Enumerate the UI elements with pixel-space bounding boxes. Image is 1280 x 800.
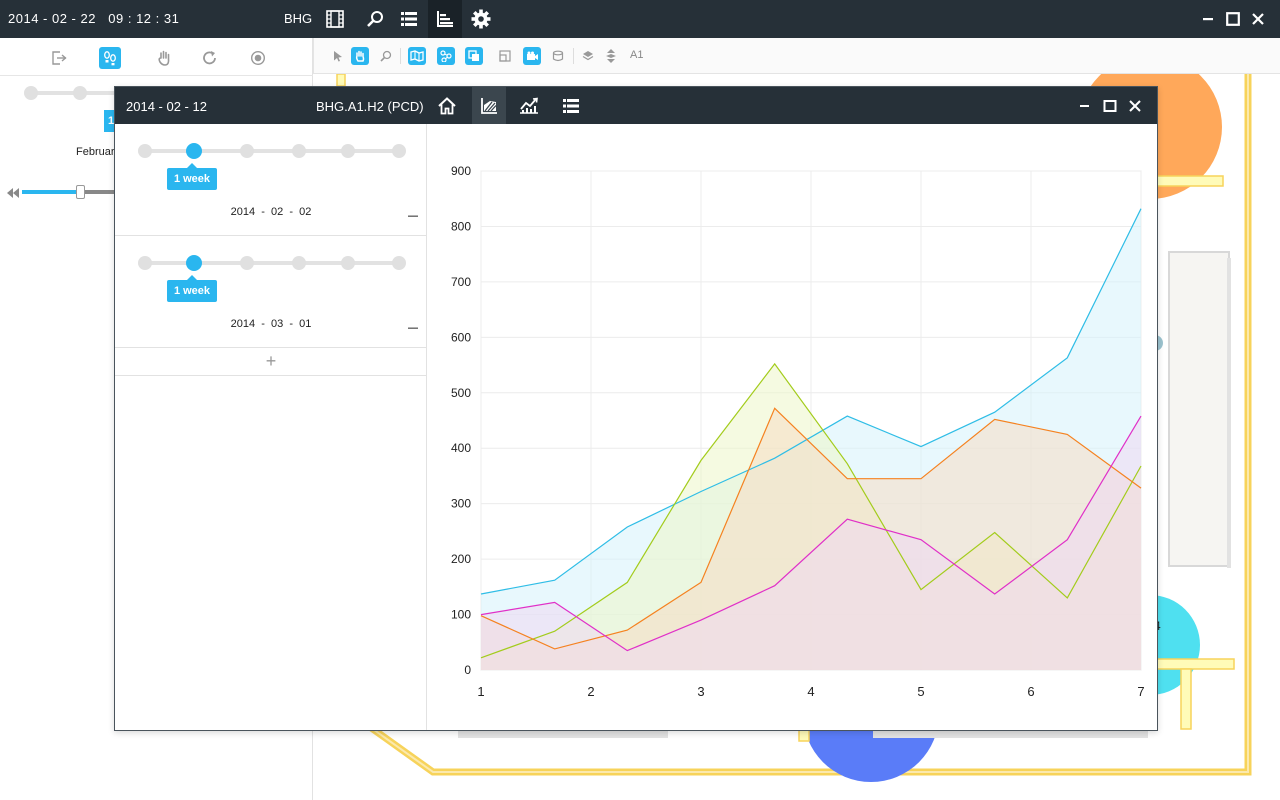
- y-tick-label: 800: [451, 219, 471, 233]
- x-axis: 1 2 3 4 5 6 7: [477, 684, 1144, 699]
- range-panel: 1 week 2014 - 02 - 02 1 week 2014 - 03 -…: [115, 124, 427, 730]
- range-dot[interactable]: [138, 256, 152, 270]
- range-dot[interactable]: [392, 144, 406, 158]
- remove-range-icon[interactable]: [407, 322, 419, 334]
- floor-label: A1: [630, 49, 644, 61]
- remove-range-icon[interactable]: [407, 210, 419, 222]
- y-axis: 0 100 200 300 400 500 600 700 800 900: [451, 164, 471, 677]
- x-tick-label: 7: [1137, 684, 1144, 699]
- sensor-window: 2014 - 02 - 12 BHG.A1.H2 (PCD) 1 week 20…: [114, 86, 1158, 731]
- month-label: Februar: [76, 146, 115, 158]
- range-dot[interactable]: [292, 256, 306, 270]
- x-tick-label: 2: [587, 684, 594, 699]
- y-tick-label: 100: [451, 608, 471, 622]
- floor-switch-icon[interactable]: [602, 47, 620, 65]
- pan-hand-icon[interactable]: [351, 47, 369, 65]
- range-dot[interactable]: [341, 256, 355, 270]
- range-item: 1 week 2014 - 03 - 01: [115, 236, 427, 348]
- x-tick-label: 4: [807, 684, 814, 699]
- hand-icon[interactable]: [153, 47, 175, 69]
- playback-slider-handle[interactable]: [76, 185, 85, 199]
- range-item: 1 week 2014 - 02 - 02: [115, 124, 427, 236]
- range-dot[interactable]: [341, 144, 355, 158]
- database-icon[interactable]: [549, 47, 567, 65]
- x-tick-label: 3: [697, 684, 704, 699]
- pointer-icon[interactable]: [329, 47, 347, 65]
- y-tick-label: 300: [451, 497, 471, 511]
- range-dot-selected[interactable]: [186, 143, 202, 159]
- map-icon[interactable]: [408, 47, 426, 65]
- range-badge: 1 week: [167, 275, 217, 302]
- window-maximize-icon[interactable]: [1100, 96, 1120, 116]
- y-tick-label: 500: [451, 386, 471, 400]
- y-tick-label: 400: [451, 441, 471, 455]
- range-dot[interactable]: [138, 144, 152, 158]
- sensor-name: BHG.A1.H2 (PCD): [316, 99, 424, 114]
- window-header[interactable]: 2014 - 02 - 12 BHG.A1.H2 (PCD): [115, 87, 1157, 124]
- range-dot-selected[interactable]: [186, 255, 202, 271]
- bar-chart-icon[interactable]: [428, 0, 462, 38]
- zoom-icon[interactable]: [377, 47, 395, 65]
- add-range-icon: +: [265, 351, 277, 371]
- x-tick-label: 5: [917, 684, 924, 699]
- gear-icon[interactable]: [464, 0, 498, 38]
- minimize-icon[interactable]: [1198, 9, 1218, 29]
- home-icon[interactable]: [430, 87, 464, 124]
- maximize-icon[interactable]: [1223, 9, 1243, 29]
- range-date: 2014 - 02 - 02: [230, 206, 312, 218]
- redo-icon[interactable]: [199, 47, 221, 69]
- list-icon[interactable]: [392, 0, 426, 38]
- y-tick-label: 700: [451, 275, 471, 289]
- y-tick-label: 900: [451, 164, 471, 178]
- area-chart: 0 100 200 300 400 500 600 700 800 900 1 2 3 4 5 6 7: [451, 164, 1145, 699]
- top-bar: 2014 - 02 - 22 09 : 12 : 31 BHG: [0, 0, 1280, 38]
- x-tick-label: 1: [477, 684, 484, 699]
- window-minimize-icon[interactable]: [1075, 96, 1095, 116]
- footsteps-icon[interactable]: [99, 47, 121, 69]
- record-icon[interactable]: [247, 47, 269, 69]
- film-icon[interactable]: [318, 0, 352, 38]
- layers-icon[interactable]: [579, 47, 597, 65]
- layers-overlap-icon[interactable]: [465, 47, 483, 65]
- add-range-button[interactable]: +: [115, 348, 427, 376]
- area-chart-icon[interactable]: [472, 87, 506, 124]
- list-icon[interactable]: [554, 87, 588, 124]
- window-close-icon[interactable]: [1125, 96, 1145, 116]
- current-datetime: 2014 - 02 - 22 09 : 12 : 31: [8, 11, 180, 26]
- playback-progress: [22, 190, 82, 194]
- timeline-dot[interactable]: [73, 86, 87, 100]
- y-tick-label: 0: [464, 663, 471, 677]
- y-tick-label: 600: [451, 330, 471, 344]
- rewind-icon[interactable]: [6, 186, 20, 204]
- range-dot[interactable]: [292, 144, 306, 158]
- range-date: 2014 - 03 - 01: [230, 318, 312, 330]
- x-tick-label: 6: [1027, 684, 1034, 699]
- window-date: 2014 - 02 - 12: [126, 99, 207, 114]
- line-chart-icon[interactable]: [512, 87, 546, 124]
- timeline-dot[interactable]: [24, 86, 38, 100]
- range-badge: 1 week: [167, 163, 217, 190]
- map-toolbar: A1: [313, 38, 1280, 74]
- range-dot[interactable]: [240, 144, 254, 158]
- frame-icon[interactable]: [496, 47, 514, 65]
- left-toolbar: [0, 38, 313, 76]
- site-name: BHG: [284, 11, 313, 26]
- exit-icon[interactable]: [48, 47, 70, 69]
- range-dot[interactable]: [392, 256, 406, 270]
- close-icon[interactable]: [1248, 9, 1268, 29]
- search-icon[interactable]: [358, 0, 392, 38]
- network-icon[interactable]: [437, 47, 455, 65]
- y-tick-label: 200: [451, 552, 471, 566]
- range-dot[interactable]: [240, 256, 254, 270]
- camera-icon[interactable]: [523, 47, 541, 65]
